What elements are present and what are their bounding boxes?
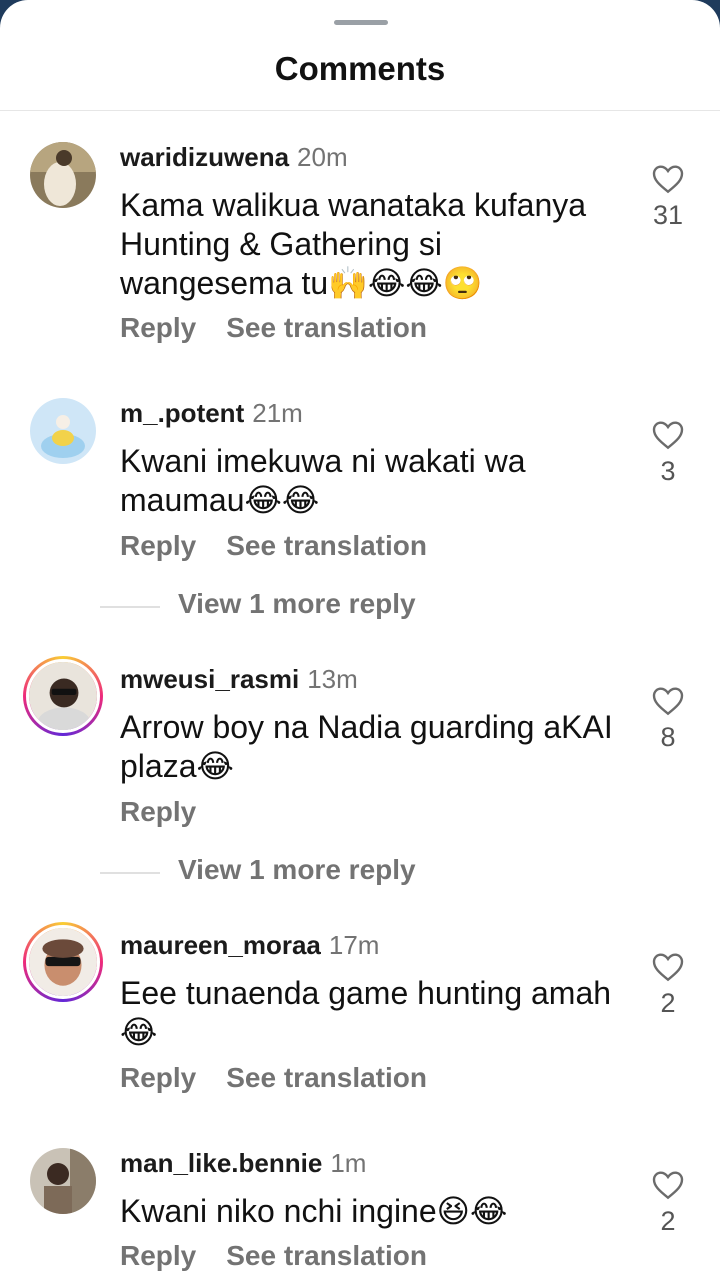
comment-meta: maureen_moraa 17m <box>120 930 379 961</box>
avatar[interactable] <box>30 1148 96 1214</box>
comment-text: Kwani imekuwa ni wakati wa maumau😂😂 <box>120 443 526 518</box>
avatar[interactable] <box>30 398 96 464</box>
sheet-title: Comments <box>274 50 446 87</box>
comment-actions: Reply See translation <box>120 1240 427 1272</box>
comment-text: Eee tunaenda game hunting amah 😂 <box>120 975 612 1050</box>
like-count: 2 <box>660 988 676 1018</box>
avatar-image <box>30 142 96 208</box>
like-button[interactable]: 2 <box>640 1170 696 1237</box>
timestamp: 13m <box>307 664 358 694</box>
comment-actions: Reply See translation <box>120 1062 427 1094</box>
username[interactable]: mweusi_rasmi <box>120 664 299 694</box>
like-button[interactable]: 3 <box>640 420 696 487</box>
username[interactable]: maureen_moraa <box>120 930 321 960</box>
see-translation-button[interactable]: See translation <box>226 1240 427 1271</box>
comment-actions: Reply <box>120 796 196 828</box>
reply-button[interactable]: Reply <box>120 1062 196 1093</box>
avatar-image <box>29 662 97 730</box>
comment-text: Kama walikua wanataka kufanya Hunting & … <box>120 187 587 301</box>
like-count: 2 <box>660 1206 676 1236</box>
avatar-image <box>30 398 96 464</box>
heart-icon <box>652 1171 684 1200</box>
view-more-label[interactable]: View 1 more reply <box>178 854 416 886</box>
timestamp: 1m <box>330 1148 367 1178</box>
view-more-label[interactable]: View 1 more reply <box>178 588 416 620</box>
like-count: 8 <box>660 722 676 752</box>
reply-button[interactable]: Reply <box>120 312 196 343</box>
reply-thread-line <box>100 606 160 608</box>
heart-icon <box>652 687 684 716</box>
heart-icon <box>652 953 684 982</box>
like-count: 31 <box>652 200 684 230</box>
comment-actions: Reply See translation <box>120 312 427 344</box>
reply-button[interactable]: Reply <box>120 796 196 827</box>
reply-button[interactable]: Reply <box>120 530 196 561</box>
avatar-image <box>29 928 97 996</box>
comment-meta: man_like.bennie 1m <box>120 1148 366 1179</box>
comment-text: Arrow boy na Nadia guarding aKAI plaza😂 <box>120 709 613 784</box>
timestamp: 21m <box>252 398 303 428</box>
username[interactable]: waridizuwena <box>120 142 289 172</box>
comment-meta: m_.potent 21m <box>120 398 303 429</box>
see-translation-button[interactable]: See translation <box>226 1062 427 1093</box>
see-translation-button[interactable]: See translation <box>226 312 427 343</box>
see-translation-button[interactable]: See translation <box>226 530 427 561</box>
reply-button[interactable]: Reply <box>120 1240 196 1271</box>
timestamp: 17m <box>328 930 380 960</box>
reply-thread-line <box>100 872 160 874</box>
timestamp: 20m <box>297 142 348 172</box>
heart-icon <box>652 165 684 194</box>
heart-icon <box>652 421 684 450</box>
avatar[interactable] <box>30 142 96 208</box>
drag-handle[interactable] <box>334 20 388 25</box>
comment-meta: mweusi_rasmi 13m <box>120 664 358 695</box>
avatar-image <box>30 1148 96 1214</box>
like-count: 3 <box>660 456 676 486</box>
comment-text: Kwani niko nchi ingine😆😂 <box>120 1193 508 1229</box>
like-button[interactable]: 8 <box>640 686 696 753</box>
avatar[interactable] <box>23 656 103 736</box>
comments-sheet: Comments waridizuwena 20m Kama walikua wa… <box>0 0 720 1273</box>
like-button[interactable]: 31 <box>640 164 696 231</box>
comment-actions: Reply See translation <box>120 530 427 562</box>
avatar[interactable] <box>23 922 103 1002</box>
comment-meta: waridizuwena 20m <box>120 142 348 173</box>
like-button[interactable]: 2 <box>640 952 696 1019</box>
username[interactable]: m_.potent <box>120 398 244 428</box>
username[interactable]: man_like.bennie <box>120 1148 322 1178</box>
header-divider <box>0 110 720 111</box>
